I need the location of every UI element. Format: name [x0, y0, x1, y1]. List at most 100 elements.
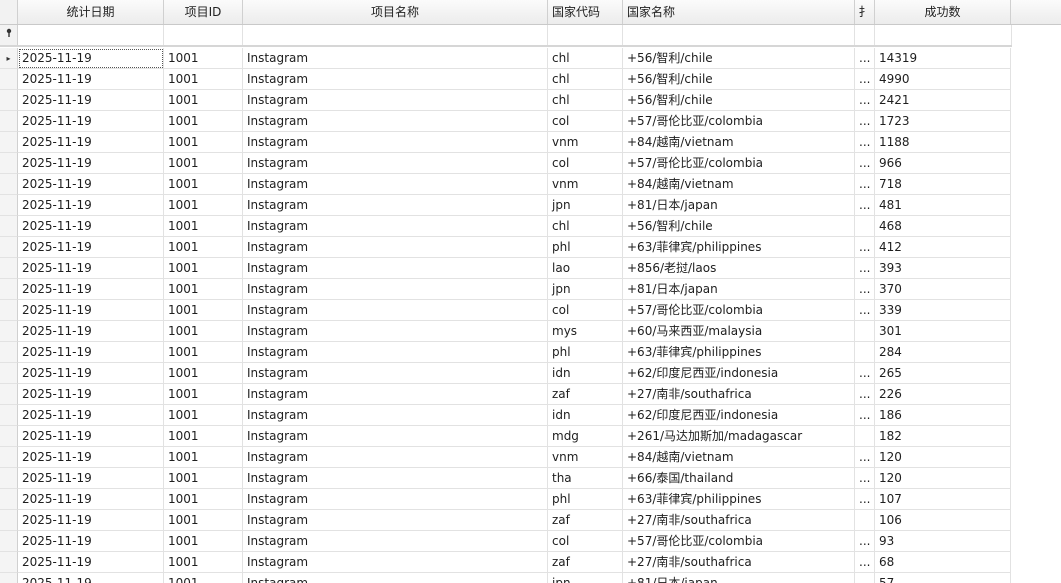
table-row[interactable]: 2025-11-19 1001 Instagram col +57/哥伦比亚/colom… [0, 531, 1012, 552]
cell-success-count[interactable]: 57 [875, 573, 1011, 583]
cell-country-code[interactable]: jpn [548, 573, 623, 583]
cell-success-count[interactable]: 481 [875, 195, 1011, 216]
cell-truncated[interactable]: ... [855, 279, 875, 300]
cell-project-id[interactable]: 1001 [164, 258, 243, 279]
column-header-country-code[interactable]: 国家代码 [548, 0, 623, 24]
cell-success-count[interactable]: 339 [875, 300, 1011, 321]
table-row[interactable]: 2025-11-19 1001 Instagram col +57/哥伦比亚/colom… [0, 300, 1012, 321]
cell-truncated[interactable]: ... [855, 237, 875, 258]
cell-project-id[interactable]: 1001 [164, 300, 243, 321]
cell-country-name[interactable]: +60/马来西亚/malaysia [623, 321, 855, 342]
cell-date[interactable]: 2025-11-19 [18, 300, 164, 321]
cell-date[interactable]: 2025-11-19 [18, 426, 164, 447]
cell-project-id[interactable]: 1001 [164, 321, 243, 342]
filter-cell-country-code[interactable] [548, 25, 623, 45]
table-row[interactable]: 2025-11-19 1001 Instagram idn +62/印度尼西亚/indo… [0, 363, 1012, 384]
cell-success-count[interactable]: 120 [875, 447, 1011, 468]
cell-date[interactable]: 2025-11-19 [18, 363, 164, 384]
cell-country-code[interactable]: col [548, 300, 623, 321]
cell-truncated[interactable]: ... [855, 69, 875, 90]
cell-project-name[interactable]: Instagram [243, 237, 548, 258]
cell-country-name[interactable]: +81/日本/japan [623, 195, 855, 216]
cell-date[interactable]: 2025-11-19 [18, 90, 164, 111]
cell-project-id[interactable]: 1001 [164, 426, 243, 447]
cell-project-id[interactable]: 1001 [164, 510, 243, 531]
cell-project-id[interactable]: 1001 [164, 111, 243, 132]
cell-project-id[interactable]: 1001 [164, 489, 243, 510]
column-header-date[interactable]: 统计日期 [18, 0, 164, 24]
cell-country-code[interactable]: tha [548, 468, 623, 489]
cell-project-id[interactable]: 1001 [164, 531, 243, 552]
cell-project-name[interactable]: Instagram [243, 405, 548, 426]
cell-truncated[interactable]: ... [855, 447, 875, 468]
row-indicator[interactable] [0, 552, 18, 573]
filter-cell-date[interactable] [18, 25, 164, 45]
row-indicator[interactable] [0, 384, 18, 405]
cell-country-code[interactable]: col [548, 153, 623, 174]
table-row[interactable]: 2025-11-19 1001 Instagram zaf +27/南非/southaf… [0, 510, 1012, 531]
cell-date[interactable]: 2025-11-19 [18, 48, 164, 69]
cell-success-count[interactable]: 393 [875, 258, 1011, 279]
cell-country-name[interactable]: +62/印度尼西亚/indonesia [623, 363, 855, 384]
cell-country-name[interactable]: +57/哥伦比亚/colombia [623, 300, 855, 321]
cell-success-count[interactable]: 68 [875, 552, 1011, 573]
cell-success-count[interactable]: 226 [875, 384, 1011, 405]
table-row[interactable]: 2025-11-19 1001 Instagram vnm +84/越南/vietnam… [0, 174, 1012, 195]
cell-country-code[interactable]: lao [548, 258, 623, 279]
cell-project-id[interactable]: 1001 [164, 90, 243, 111]
cell-date[interactable]: 2025-11-19 [18, 237, 164, 258]
cell-project-id[interactable]: 1001 [164, 69, 243, 90]
cell-project-id[interactable]: 1001 [164, 237, 243, 258]
cell-country-code[interactable]: vnm [548, 447, 623, 468]
cell-project-id[interactable]: 1001 [164, 447, 243, 468]
table-row[interactable]: ▸ 2025-11-19 1001 Instagram chl +56/智利/chile.… [0, 48, 1012, 69]
cell-project-name[interactable]: Instagram [243, 111, 548, 132]
column-header-truncated[interactable]: 扌 [855, 0, 875, 24]
table-row[interactable]: 2025-11-19 1001 Instagram chl +56/智利/chile..… [0, 90, 1012, 111]
cell-project-name[interactable]: Instagram [243, 573, 548, 583]
cell-truncated[interactable]: ... [855, 48, 875, 69]
cell-project-name[interactable]: Instagram [243, 258, 548, 279]
cell-date[interactable]: 2025-11-19 [18, 216, 164, 237]
cell-country-name[interactable]: +84/越南/vietnam [623, 174, 855, 195]
cell-truncated[interactable]: ... [855, 552, 875, 573]
cell-date[interactable]: 2025-11-19 [18, 510, 164, 531]
cell-country-name[interactable]: +57/哥伦比亚/colombia [623, 531, 855, 552]
cell-success-count[interactable]: 120 [875, 468, 1011, 489]
table-row[interactable]: 2025-11-19 1001 Instagram chl +56/智利/chile 46… [0, 216, 1012, 237]
cell-country-name[interactable]: +56/智利/chile [623, 69, 855, 90]
cell-project-name[interactable]: Instagram [243, 321, 548, 342]
cell-country-code[interactable]: vnm [548, 174, 623, 195]
cell-success-count[interactable]: 14319 [875, 48, 1011, 69]
cell-date[interactable]: 2025-11-19 [18, 195, 164, 216]
cell-country-name[interactable]: +261/马达加斯加/madagascar [623, 426, 855, 447]
table-row[interactable]: 2025-11-19 1001 Instagram tha +66/泰国/thailan… [0, 468, 1012, 489]
cell-project-name[interactable]: Instagram [243, 363, 548, 384]
row-indicator[interactable] [0, 468, 18, 489]
table-row[interactable]: 2025-11-19 1001 Instagram idn +62/印度尼西亚/indo… [0, 405, 1012, 426]
row-indicator[interactable] [0, 426, 18, 447]
cell-truncated[interactable]: ... [855, 531, 875, 552]
cell-country-name[interactable]: +27/南非/southafrica [623, 552, 855, 573]
row-indicator[interactable] [0, 300, 18, 321]
cell-country-code[interactable]: jpn [548, 279, 623, 300]
column-header-country-name[interactable]: 国家名称 [623, 0, 855, 24]
cell-success-count[interactable]: 186 [875, 405, 1011, 426]
cell-project-id[interactable]: 1001 [164, 279, 243, 300]
row-indicator[interactable] [0, 510, 18, 531]
cell-truncated[interactable] [855, 342, 875, 363]
cell-truncated[interactable] [855, 321, 875, 342]
cell-truncated[interactable]: ... [855, 384, 875, 405]
cell-project-name[interactable]: Instagram [243, 489, 548, 510]
cell-country-name[interactable]: +27/南非/southafrica [623, 510, 855, 531]
cell-country-name[interactable]: +57/哥伦比亚/colombia [623, 111, 855, 132]
cell-country-code[interactable]: zaf [548, 552, 623, 573]
cell-truncated[interactable]: ... [855, 132, 875, 153]
cell-truncated[interactable]: ... [855, 363, 875, 384]
cell-truncated[interactable] [855, 426, 875, 447]
row-indicator[interactable] [0, 111, 18, 132]
cell-project-id[interactable]: 1001 [164, 174, 243, 195]
cell-success-count[interactable]: 107 [875, 489, 1011, 510]
cell-date[interactable]: 2025-11-19 [18, 468, 164, 489]
table-row[interactable]: 2025-11-19 1001 Instagram phl +63/菲律宾/philip… [0, 342, 1012, 363]
